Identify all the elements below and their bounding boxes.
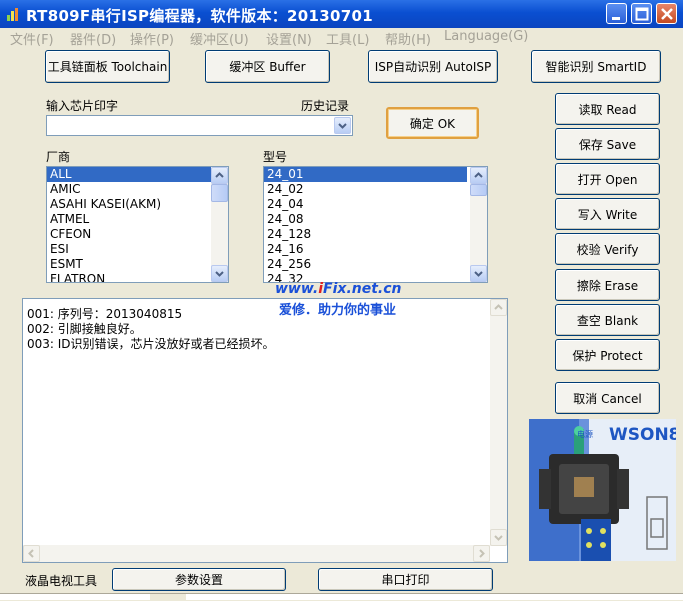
read-button[interactable]: 读取 Read (555, 93, 660, 125)
vendor-label: 厂商 (46, 150, 71, 164)
list-item[interactable]: CFEON (47, 227, 228, 242)
status-bar (0, 593, 683, 601)
serial-print-button[interactable]: 串口打印 (318, 568, 493, 591)
blank-button[interactable]: 查空 Blank (555, 304, 660, 336)
list-item[interactable]: ATMEL (47, 212, 228, 227)
scroll-down-icon[interactable] (211, 265, 228, 282)
scroll-down-icon[interactable] (490, 529, 507, 546)
watermark-url: www.iFix.net.cn (275, 281, 402, 297)
close-button[interactable] (656, 3, 677, 24)
chip-input-label: 输入芯片印字 (46, 99, 119, 113)
minimize-button[interactable] (606, 3, 627, 24)
params-settings-button[interactable]: 参数设置 (112, 568, 286, 591)
scroll-up-icon[interactable] (490, 299, 507, 316)
scroll-thumb[interactable] (211, 184, 228, 202)
cancel-button[interactable]: 取消 Cancel (555, 382, 660, 414)
log-vertical-scrollbar[interactable] (490, 299, 507, 546)
chevron-down-icon[interactable] (334, 117, 351, 134)
chip-socket-image: 电源 WSON8 (529, 419, 676, 561)
menu-language[interactable]: Language(G) (444, 29, 528, 44)
menu-file[interactable]: 文件(F) (10, 29, 54, 48)
title-bar[interactable]: RT809F串行ISP编程器，软件版本：20130701 (0, 0, 683, 28)
watermark-slogan: 爱修．助力你的事业 (279, 303, 397, 318)
list-item[interactable]: ALL (47, 167, 211, 182)
list-item[interactable]: ASAHI KASEI(AKM) (47, 197, 228, 212)
menu-operation[interactable]: 操作(P) (130, 29, 174, 48)
erase-button[interactable]: 擦除 Erase (555, 269, 660, 301)
menu-device[interactable]: 器件(D) (70, 29, 116, 48)
auto-isp-button[interactable]: ISP自动识别 AutoISP (368, 50, 498, 83)
ok-button[interactable]: 确定 OK (386, 107, 479, 139)
verify-button[interactable]: 校验 Verify (555, 233, 660, 265)
save-button[interactable]: 保存 Save (555, 128, 660, 160)
chip-input-combo[interactable] (46, 115, 353, 136)
model-label: 型号 (263, 150, 288, 164)
open-button[interactable]: 打开 Open (555, 163, 660, 195)
window-title: RT809F串行ISP编程器，软件版本：20130701 (26, 7, 373, 25)
vendor-list[interactable]: ALL AMIC ASAHI KASEI(AKM) ATMEL CFEON ES… (46, 166, 229, 283)
chip-package-title: WSON8 (609, 425, 676, 445)
list-item[interactable]: FLATRON (47, 272, 228, 282)
smart-id-button[interactable]: 智能识别 SmartID (531, 50, 661, 83)
menu-bar: 文件(F) 器件(D) 操作(P) 缓冲区(U) 设置(N) 工具(L) 帮助(… (0, 28, 683, 48)
list-item[interactable]: ESMT (47, 257, 228, 272)
list-item[interactable]: ESI (47, 242, 228, 257)
menu-tools[interactable]: 工具(L) (326, 29, 369, 48)
scroll-up-icon[interactable] (211, 167, 228, 184)
list-item[interactable]: 24_128 (264, 227, 487, 242)
list-item[interactable]: 24_02 (264, 182, 487, 197)
scroll-right-icon[interactable] (473, 545, 490, 562)
scroll-up-icon[interactable] (470, 167, 487, 184)
buffer-button[interactable]: 缓冲区 Buffer (205, 50, 330, 83)
model-list[interactable]: 24_01 24_02 24_04 24_08 24_128 24_16 24_… (263, 166, 488, 283)
log-line: 003: ID识别错误，芯片没放好或者已经损坏。 (27, 337, 275, 351)
list-item[interactable]: 24_08 (264, 212, 487, 227)
maximize-button[interactable] (631, 3, 652, 24)
scroll-down-icon[interactable] (470, 265, 487, 282)
write-button[interactable]: 写入 Write (555, 198, 660, 230)
list-item[interactable]: 24_256 (264, 257, 487, 272)
menu-settings[interactable]: 设置(N) (266, 29, 312, 48)
list-item[interactable]: 24_01 (264, 167, 467, 182)
list-item[interactable]: 24_04 (264, 197, 487, 212)
protect-button[interactable]: 保护 Protect (555, 339, 660, 371)
toolchain-button[interactable]: 工具链面板 Toolchain (45, 50, 170, 83)
log-horizontal-scrollbar[interactable] (23, 545, 490, 562)
log-output[interactable]: 001: 序列号：2013040815 002: 引脚接触良好。 003: ID… (22, 298, 508, 563)
list-item[interactable]: AMIC (47, 182, 228, 197)
scroll-thumb[interactable] (470, 184, 487, 196)
lcd-tools-label: 液晶电视工具 (25, 574, 98, 588)
main-window: RT809F串行ISP编程器，软件版本：20130701 文件(F) 器件(D)… (0, 0, 683, 601)
menu-help[interactable]: 帮助(H) (385, 29, 431, 48)
chip-small-label: 电源 (577, 430, 593, 439)
menu-buffer[interactable]: 缓冲区(U) (190, 29, 249, 48)
app-icon (5, 6, 21, 22)
scroll-left-icon[interactable] (23, 545, 40, 562)
model-scrollbar[interactable] (470, 167, 487, 282)
history-label: 历史记录 (301, 99, 350, 113)
list-item[interactable]: 24_16 (264, 242, 487, 257)
vendor-scrollbar[interactable] (211, 167, 228, 282)
